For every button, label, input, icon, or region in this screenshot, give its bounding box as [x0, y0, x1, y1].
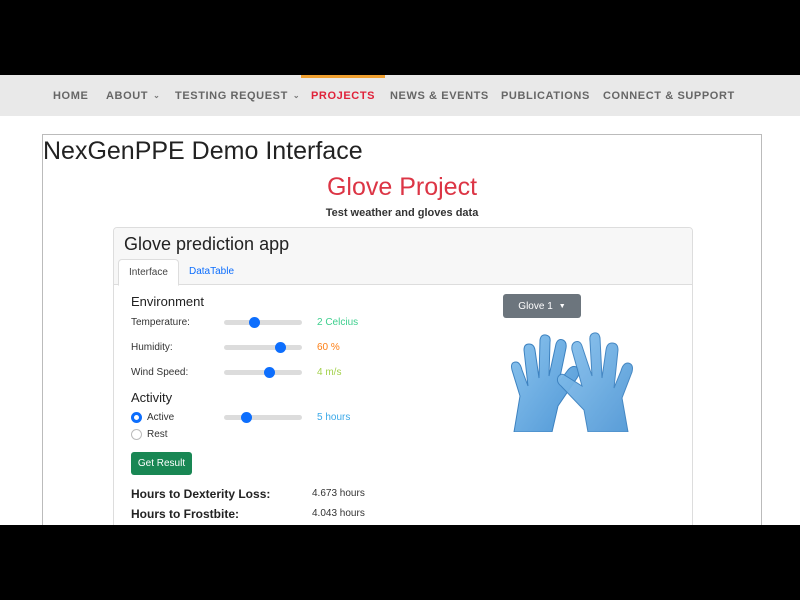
humidity-label: Humidity: — [131, 342, 173, 353]
radio-active-label[interactable]: Active — [147, 412, 174, 423]
radio-rest-label[interactable]: Rest — [147, 429, 168, 440]
tab-interface[interactable]: Interface — [118, 259, 179, 286]
frostbite-value: 4.043 hours — [312, 508, 365, 519]
nav-projects[interactable]: PROJECTS — [300, 75, 386, 116]
nav-home-label: HOME — [53, 89, 89, 102]
chevron-down-icon: ⌄ — [292, 91, 301, 100]
chevron-down-icon: ⌄ — [153, 91, 161, 100]
humidity-slider-thumb[interactable] — [275, 342, 287, 353]
nav-home[interactable]: HOME — [53, 75, 88, 116]
activity-duration-slider-thumb[interactable] — [240, 412, 252, 423]
nav-testing-request-label: TESTING REQUEST — [175, 89, 288, 102]
prediction-card: Glove prediction app Interface DataTable… — [113, 227, 693, 525]
get-result-button[interactable]: Get Result — [131, 452, 192, 475]
card-header: Glove prediction app Interface DataTable — [114, 228, 692, 286]
glove-select-label: Glove 1 — [518, 300, 553, 312]
nav-news-events-label: NEWS & EVENTS — [390, 89, 489, 102]
temperature-label: Temperature: — [131, 317, 190, 328]
frostbite-label: Hours to Frostbite: — [131, 507, 239, 521]
project-subtitle: Test weather and gloves data — [325, 207, 479, 219]
app-title: NexGenPPE Demo Interface — [43, 137, 363, 165]
gloves-image — [511, 332, 633, 432]
humidity-slider[interactable] — [224, 342, 302, 353]
wind-speed-label: Wind Speed: — [131, 367, 189, 378]
tab-datatable-label: DataTable — [189, 266, 235, 277]
caret-down-icon: ▼ — [558, 302, 566, 310]
glove-select-dropdown[interactable]: Glove 1 ▼ — [503, 294, 581, 318]
tab-interface-label: Interface — [129, 267, 168, 278]
wind-speed-value: 4 m/s — [317, 367, 342, 378]
tab-datatable[interactable]: DataTable — [179, 259, 244, 284]
nav-about[interactable]: ABOUT ⌄ — [106, 75, 160, 116]
activity-heading: Activity — [131, 390, 173, 405]
nav-publications[interactable]: PUBLICATIONS — [501, 75, 590, 116]
temperature-slider-thumb[interactable] — [248, 317, 260, 328]
demo-iframe: NexGenPPE Demo Interface Glove Project T… — [42, 134, 762, 525]
nav-projects-label: PROJECTS — [311, 89, 376, 102]
dexterity-loss-label: Hours to Dexterity Loss: — [131, 487, 271, 501]
card-title: Glove prediction app — [124, 234, 290, 254]
nav-news-events[interactable]: NEWS & EVENTS — [390, 75, 489, 116]
wind-speed-slider-thumb[interactable] — [264, 367, 276, 378]
temperature-slider[interactable] — [224, 317, 302, 328]
browser-viewport: HOME ABOUT ⌄ TESTING REQUEST ⌄ PROJECTS NE… — [0, 75, 800, 525]
environment-heading: Environment — [131, 294, 204, 309]
nav-connect-support[interactable]: CONNECT & SUPPORT — [603, 75, 735, 116]
activity-duration-value: 5 hours — [317, 412, 351, 423]
humidity-value: 60 % — [317, 342, 340, 353]
project-title: Glove Project — [326, 173, 478, 201]
nav-connect-support-label: CONNECT & SUPPORT — [603, 89, 735, 102]
nav-about-label: ABOUT — [106, 89, 149, 102]
temperature-value: 2 Celcius — [317, 317, 359, 328]
wind-speed-slider[interactable] — [224, 367, 302, 378]
nav-publications-label: PUBLICATIONS — [501, 89, 590, 102]
radio-rest[interactable] — [131, 429, 142, 440]
main-navbar: HOME ABOUT ⌄ TESTING REQUEST ⌄ PROJECTS NE… — [0, 75, 800, 116]
dexterity-loss-value: 4.673 hours — [312, 488, 365, 499]
nav-testing-request[interactable]: TESTING REQUEST ⌄ — [175, 75, 300, 116]
radio-active[interactable] — [131, 412, 142, 423]
activity-duration-slider[interactable] — [224, 412, 302, 423]
